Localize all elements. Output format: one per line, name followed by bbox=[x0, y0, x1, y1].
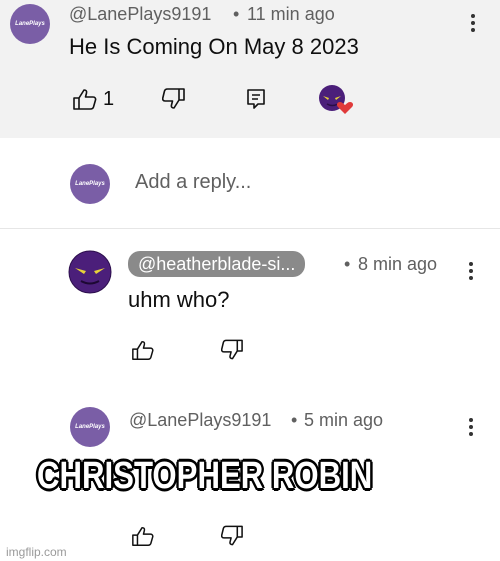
avatar[interactable]: LanePlays bbox=[70, 407, 110, 447]
thumbs-up-icon[interactable] bbox=[131, 525, 155, 547]
comment-timestamp[interactable]: 11 min ago bbox=[247, 4, 335, 25]
comment-author-handle[interactable]: @LanePlays9191 bbox=[69, 4, 211, 25]
more-vert-icon[interactable] bbox=[469, 415, 475, 439]
separator-dot: • bbox=[233, 4, 240, 24]
separator-dot: • bbox=[291, 410, 298, 430]
thumbs-down-icon[interactable] bbox=[162, 88, 186, 110]
add-reply-input[interactable]: Add a reply... bbox=[135, 171, 465, 194]
more-vert-icon[interactable] bbox=[469, 259, 475, 283]
avatar[interactable] bbox=[68, 250, 112, 294]
reply-timestamp[interactable]: 8 min ago bbox=[358, 254, 437, 275]
avatar[interactable]: LanePlays bbox=[10, 4, 50, 44]
creator-heart-icon bbox=[319, 85, 354, 114]
avatar-text: LanePlays bbox=[75, 424, 105, 430]
thumbs-up-icon[interactable] bbox=[72, 88, 98, 110]
reply-icon[interactable] bbox=[246, 88, 266, 110]
avatar-text: LanePlays bbox=[15, 21, 45, 27]
more-vert-icon[interactable] bbox=[471, 11, 477, 35]
reply-author-handle: @heatherblade-si... bbox=[138, 254, 296, 274]
reply-author-handle[interactable]: @LanePlays9191 bbox=[129, 410, 271, 431]
separator-dot: • bbox=[344, 254, 351, 274]
thumbs-down-icon[interactable] bbox=[221, 525, 244, 547]
meme-caption: CHRISTOPHER ROBIN bbox=[37, 455, 373, 497]
comment-text: He Is Coming On May 8 2023 bbox=[69, 34, 359, 59]
watermark: imgflip.com bbox=[6, 545, 67, 559]
reply-timestamp[interactable]: 5 min ago bbox=[304, 410, 383, 431]
reply-avatar: LanePlays bbox=[70, 164, 110, 204]
reply-text: uhm who? bbox=[128, 287, 230, 312]
thumbs-up-icon[interactable] bbox=[131, 339, 155, 361]
avatar-text: LanePlays bbox=[75, 181, 105, 187]
divider bbox=[0, 228, 500, 229]
thumbs-down-icon[interactable] bbox=[221, 339, 244, 361]
reply-author-handle-chip[interactable]: @heatherblade-si... bbox=[128, 251, 306, 277]
like-count: 1 bbox=[103, 88, 115, 110]
